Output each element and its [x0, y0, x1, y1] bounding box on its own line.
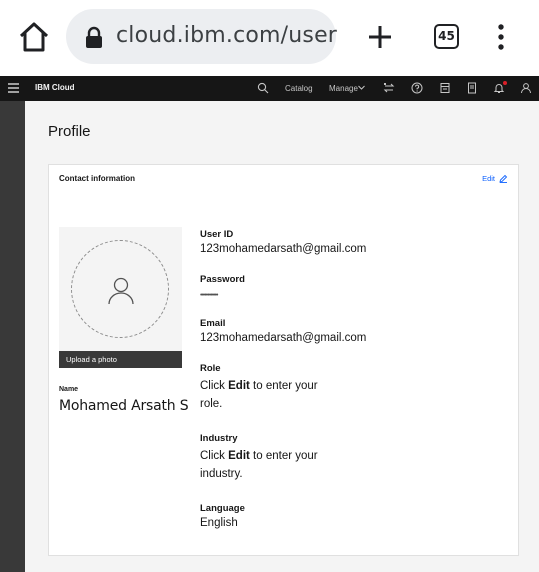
cost-icon[interactable] [439, 82, 451, 94]
industry-edit-word: Edit [228, 450, 250, 462]
plus-icon[interactable] [367, 24, 393, 50]
upload-photo-button[interactable]: Upload a photo [59, 351, 182, 368]
password-value: •••••••••••• [200, 292, 218, 299]
avatar-placeholder [71, 240, 169, 338]
home-icon[interactable] [17, 20, 51, 54]
edit-icon [499, 174, 508, 183]
url-text: cloud.ibm.com/user [116, 23, 338, 48]
user-icon[interactable] [520, 82, 532, 94]
page-title: Profile [48, 123, 91, 140]
industry-value: Click Edit to enter your industry. [200, 450, 318, 480]
name-label: Name [59, 386, 79, 393]
switch-icon[interactable] [383, 82, 395, 94]
hamburger-icon[interactable] [8, 83, 19, 93]
address-bar[interactable]: cloud.ibm.com/user [66, 9, 338, 64]
help-icon[interactable] [411, 82, 423, 94]
user-id-label: User ID [200, 229, 234, 240]
card-title: Contact information [59, 174, 135, 183]
language-value: English [200, 517, 238, 529]
user-id-value: 123mohamedarsath@gmail.com [200, 243, 367, 255]
user-icon [108, 277, 134, 305]
search-icon[interactable] [257, 82, 269, 94]
brand-name[interactable]: IBM Cloud [35, 83, 75, 92]
ibm-masthead: IBM Cloud Catalog Manage [0, 76, 539, 101]
industry-label: Industry [200, 433, 238, 444]
lock-icon [86, 26, 102, 48]
role-edit-word: Edit [228, 380, 250, 392]
password-label: Password [200, 274, 245, 285]
name-value: Mohamed Arsath S [59, 398, 189, 414]
email-value: 123mohamedarsath@gmail.com [200, 332, 367, 344]
manage-menu[interactable]: Manage [329, 84, 358, 93]
docs-icon[interactable] [466, 82, 478, 94]
role-value: Click Edit to enter your role. [200, 380, 318, 410]
tabs-icon[interactable]: 45 [434, 24, 459, 49]
chevron-down-icon [358, 85, 365, 90]
edit-button[interactable]: Edit [482, 174, 508, 183]
notification-badge [503, 81, 507, 85]
role-label: Role [200, 363, 221, 374]
browser-toolbar: cloud.ibm.com/user 45 [0, 0, 539, 76]
left-rail [0, 101, 25, 572]
edit-label: Edit [482, 174, 495, 183]
contact-information-card: Contact information Edit Upload a photo … [48, 164, 519, 556]
kebab-menu-icon[interactable] [496, 24, 506, 50]
profile-photo [59, 227, 182, 367]
catalog-link[interactable]: Catalog [285, 84, 313, 93]
email-label: Email [200, 318, 226, 329]
language-label: Language [200, 503, 245, 514]
